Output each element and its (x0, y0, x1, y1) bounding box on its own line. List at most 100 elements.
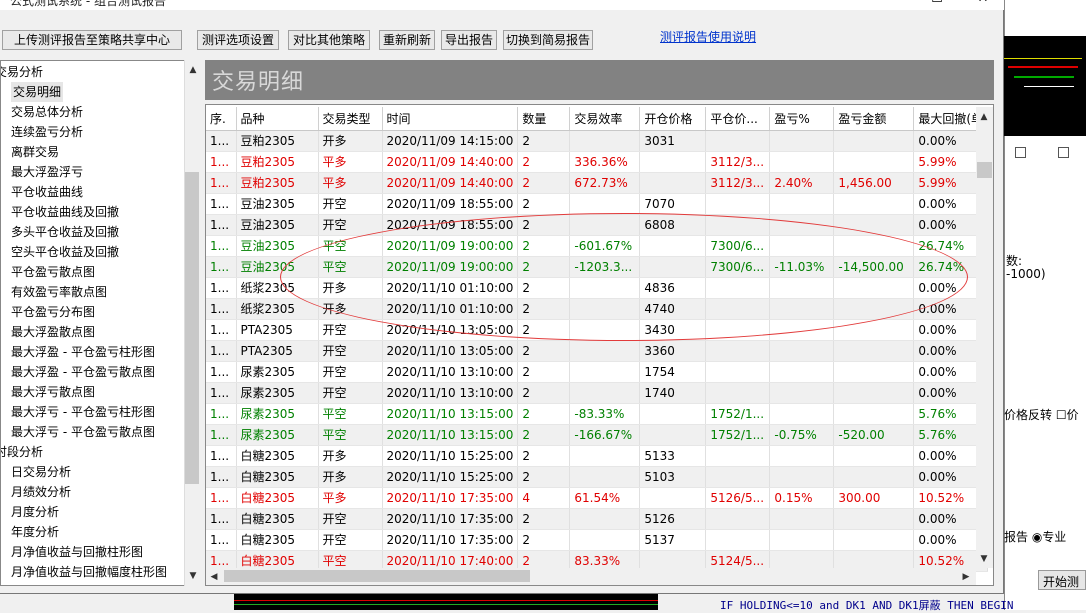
table-cell (705, 340, 771, 362)
table-row[interactable]: 1... 尿素2305 开空 2020/11/10 13:10:00 2 1754 0.00… (206, 361, 989, 383)
table-row[interactable]: 1... 豆油2305 开空 2020/11/09 18:55:00 2 6808 0.00… (206, 214, 989, 236)
table-row[interactable]: 1... 白糖2305 开空 2020/11/10 17:35:00 2 5126 0.00… (206, 508, 989, 530)
table-cell (639, 487, 707, 509)
tree-item[interactable]: 连续盈亏分析 (11, 122, 83, 142)
table-cell: 白糖2305 (236, 445, 319, 467)
tree-item[interactable]: 最大浮亏散点图 (11, 382, 95, 402)
tree-item[interactable]: 交易明细 (11, 82, 64, 102)
tree-item[interactable]: 离群交易 (11, 142, 59, 162)
table-row[interactable]: 1... 白糖2305 开多 2020/11/10 15:25:00 2 5133 0.00… (206, 445, 989, 467)
table-row[interactable]: 1... 白糖2305 平多 2020/11/10 17:35:00 4 61.54% 51… (206, 487, 989, 509)
table-row[interactable]: 1... 豆油2305 开空 2020/11/09 18:55:00 2 7070 0.00… (206, 193, 989, 215)
table-row[interactable]: 1... 豆油2305 平空 2020/11/09 19:00:00 2 -1203.3.… (206, 256, 989, 278)
table-cell: 1... (206, 529, 237, 551)
tree-item[interactable]: 平仓收益曲线 (11, 182, 83, 202)
table-cell: 纸浆2305 (236, 298, 319, 320)
compare-strategies-button[interactable]: 对比其他策略 (288, 30, 370, 50)
table-row[interactable]: 1... 白糖2305 开多 2020/11/10 15:25:00 2 5103 0.00… (206, 466, 989, 488)
table-row[interactable]: 1... 尿素2305 平空 2020/11/10 13:15:00 2 -166.67%… (206, 424, 989, 446)
column-header[interactable]: 时间 (382, 107, 519, 131)
tree-item[interactable]: 年度分析 (11, 522, 59, 542)
table-row[interactable]: 1... 纸浆2305 开多 2020/11/10 01:10:00 2 4836 0.00… (206, 277, 989, 299)
table-cell: 7300/6... (705, 256, 771, 278)
table-cell: 1... (206, 277, 237, 299)
background-start-button[interactable]: 开始测 (1038, 570, 1086, 590)
tree-item[interactable]: 最大浮亏 - 平仓盈亏散点图 (11, 422, 155, 442)
column-header[interactable]: 数量 (517, 107, 571, 131)
table-cell: 1... (206, 382, 237, 404)
tree-item[interactable]: 最大浮盈 - 平仓盈亏散点图 (11, 362, 155, 382)
table-cell: 3112/3... (705, 151, 771, 173)
table-row[interactable]: 1... 纸浆2305 开多 2020/11/10 01:10:00 2 4740 0.00… (206, 298, 989, 320)
tree-item[interactable]: 日交易分析 (11, 462, 71, 482)
tree-item[interactable]: 最大浮亏 - 平仓盈亏柱形图 (11, 402, 155, 422)
tree-item[interactable]: 最大浮盈 - 平仓盈亏柱形图 (11, 342, 155, 362)
table-cell: 平空 (318, 256, 383, 278)
tree-item[interactable]: 交易总体分析 (11, 102, 83, 122)
tree-group[interactable]: 时段分析 (1, 442, 43, 462)
table-cell (569, 340, 641, 362)
table-cell: 2020/11/09 18:55:00 (382, 193, 519, 215)
column-header[interactable]: 交易效率 (569, 107, 641, 131)
tree-item[interactable]: 月净值收益与回撤柱形图 (11, 542, 143, 562)
tree-item[interactable]: 平仓盈亏散点图 (11, 262, 95, 282)
tree-item[interactable]: 最大浮盈浮亏 (11, 162, 83, 182)
column-header[interactable]: 开仓价格 (639, 107, 707, 131)
export-report-button[interactable]: 导出报告 (441, 30, 497, 50)
table-row[interactable]: 1... 豆粕2305 开多 2020/11/09 14:15:00 2 3031 0.00… (206, 130, 989, 152)
table-cell: 2020/11/10 01:10:00 (382, 298, 519, 320)
tree-item[interactable]: 多头平仓收益及回撤 (11, 222, 119, 242)
table-cell: 3112/3... (705, 172, 771, 194)
table-row[interactable]: 1... 尿素2305 平空 2020/11/10 13:15:00 2 -83.33% 1… (206, 403, 989, 425)
table-cell: 0.15% (769, 487, 835, 509)
table-cell: 1... (206, 256, 237, 278)
close-icon[interactable]: ✕ (968, 0, 998, 8)
tree-item[interactable]: 有效盈亏率散点图 (11, 282, 107, 302)
table-cell (833, 298, 915, 320)
column-header[interactable]: 品种 (236, 107, 319, 131)
table-cell (769, 151, 835, 173)
switch-simple-report-button[interactable]: 切换到简易报告 (503, 30, 593, 50)
table-cell: 2 (517, 172, 571, 194)
scroll-down-icon[interactable]: ▼ (185, 568, 201, 584)
tree-group[interactable]: 交易分析 (1, 62, 43, 82)
tree-item[interactable]: 平仓收益曲线及回撤 (11, 202, 119, 222)
table-cell: 开多 (318, 130, 383, 152)
tree-item[interactable]: 最大浮盈散点图 (11, 322, 95, 342)
maximize-icon[interactable]: ☐ (922, 0, 952, 8)
tree-scroll-thumb[interactable] (185, 172, 199, 484)
tree-item[interactable]: 平仓盈亏分布图 (11, 302, 95, 322)
table-row[interactable]: 1... 豆油2305 平空 2020/11/09 19:00:00 2 -601.67%… (206, 235, 989, 257)
column-header[interactable]: 盈亏% (769, 107, 835, 131)
column-header[interactable]: 序. (206, 107, 237, 131)
tree-item[interactable]: 空头平仓收益及回撤 (11, 242, 119, 262)
table-cell (569, 445, 641, 467)
minimize-icon[interactable]: — (878, 0, 908, 8)
table-cell: 2020/11/09 14:15:00 (382, 130, 519, 152)
table-row[interactable]: 1... 尿素2305 开空 2020/11/10 13:10:00 2 1740 0.00… (206, 382, 989, 404)
upload-report-button[interactable]: 上传测评报告至策略共享中心 (2, 30, 182, 50)
scroll-right-icon[interactable]: ▶ (958, 569, 974, 585)
background-radio-option: 报告 ◉专业 (1004, 530, 1067, 544)
table-row[interactable]: 1... 豆粕2305 平多 2020/11/09 14:40:00 2 336.36% 3… (206, 151, 989, 173)
options-settings-button[interactable]: 测评选项设置 (197, 30, 279, 50)
table-row[interactable]: 1... 白糖2305 开空 2020/11/10 17:35:00 2 5137 0.00… (206, 529, 989, 551)
table-row[interactable]: 1... PTA2305 开空 2020/11/10 13:05:00 2 3430 0.0… (206, 319, 989, 341)
column-header[interactable]: 盈亏金额 (833, 107, 915, 131)
refresh-button[interactable]: 重新刷新 (379, 30, 435, 50)
tree-item[interactable]: 月绩效分析 (11, 482, 71, 502)
table-row[interactable]: 1... PTA2305 开空 2020/11/10 13:05:00 2 3360 0.0… (206, 340, 989, 362)
column-header[interactable]: 交易类型 (318, 107, 383, 131)
scroll-left-icon[interactable]: ◀ (206, 569, 222, 585)
tree-item[interactable]: 月净值收益与回撤幅度柱形图 (11, 562, 167, 582)
scroll-up-icon[interactable]: ▲ (976, 109, 992, 125)
help-link[interactable]: 测评报告使用说明 (660, 28, 756, 45)
tree-item[interactable]: 月度分析 (11, 502, 59, 522)
column-header[interactable]: 平仓价... (705, 107, 771, 131)
grid-horizontal-thumb[interactable] (224, 570, 530, 582)
table-cell (639, 151, 707, 173)
grid-vertical-thumb[interactable] (977, 162, 992, 178)
table-row[interactable]: 1... 豆粕2305 平多 2020/11/09 14:40:00 2 672.73% 3… (206, 172, 989, 194)
scroll-down-icon[interactable]: ▼ (976, 551, 992, 567)
scroll-up-icon[interactable]: ▲ (185, 62, 201, 78)
